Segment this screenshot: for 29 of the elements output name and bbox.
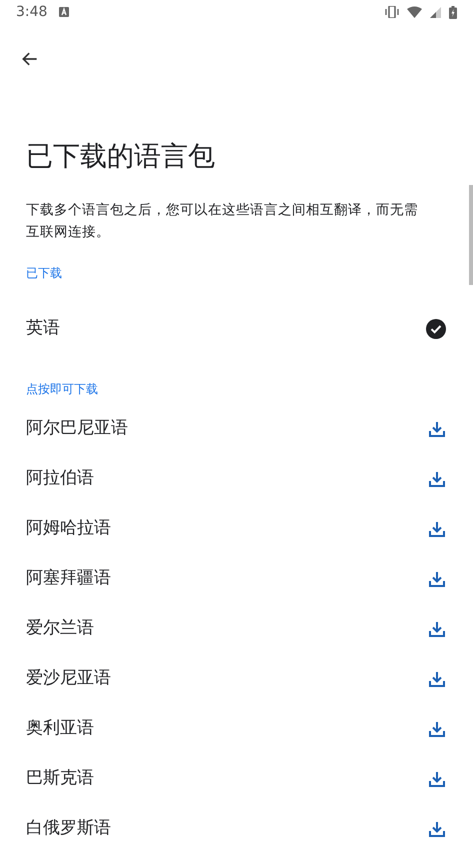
language-name[interactable]: 爱沙尼亚语 (26, 666, 111, 692)
download-icon[interactable] (429, 671, 445, 687)
download-icon[interactable] (429, 521, 445, 537)
section-label: 点按即可下载 (26, 381, 99, 398)
language-name[interactable]: 阿姆哈拉语 (26, 516, 111, 542)
download-icon[interactable] (429, 571, 445, 587)
language-name[interactable]: 白俄罗斯语 (26, 816, 111, 842)
download-icon[interactable] (429, 721, 445, 737)
language-name[interactable]: 英语 (26, 316, 60, 342)
signal-icon (430, 6, 441, 18)
download-icon[interactable] (429, 621, 445, 637)
language-name[interactable]: 阿塞拜疆语 (26, 566, 111, 592)
section-label: 已下载 (26, 265, 63, 282)
notification-icon (59, 7, 70, 17)
language-name[interactable]: 爱尔兰语 (26, 616, 94, 642)
language-name[interactable]: 奥利亚语 (26, 716, 94, 742)
language-name[interactable]: 阿拉伯语 (26, 466, 94, 492)
clock-time: 3:48 (16, 2, 48, 22)
wifi-icon (407, 6, 422, 18)
vibrate-icon (385, 6, 399, 18)
download-icon[interactable] (429, 821, 445, 837)
battery-charging-icon (449, 6, 457, 18)
download-icon[interactable] (429, 471, 445, 487)
page-title: 已下载的语言包 (26, 140, 216, 174)
download-icon[interactable] (429, 421, 445, 437)
download-icon[interactable] (429, 771, 445, 787)
language-name[interactable]: 阿尔巴尼亚语 (26, 416, 128, 442)
description-text: 下载多个语言包之后，您可以在这些语言之间相互翻译，而无需互联网连接。 (26, 201, 419, 242)
language-name[interactable]: 巴斯克语 (26, 766, 94, 792)
